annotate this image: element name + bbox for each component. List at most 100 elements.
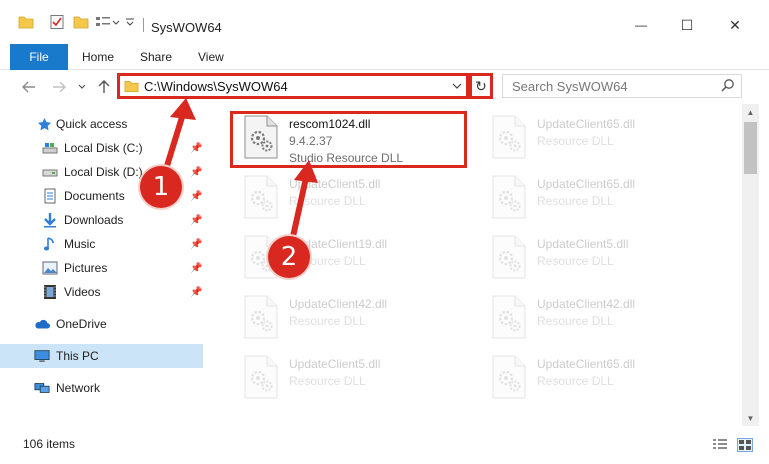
minimize-icon: — [635,18,647,32]
ribbon-tabs: File Home Share View [0,44,769,70]
maximize-button[interactable]: ☐ [664,12,710,38]
sidebar-item-music[interactable]: Music 📌 [0,232,203,256]
dll-file-icon [489,234,529,280]
refresh-button[interactable]: ↻ [469,73,493,99]
window-title: SysWOW64 [151,20,222,35]
navigation-pane: Quick access Local Disk (C:) 📌 Local Dis… [0,104,215,426]
file-item[interactable]: UpdateClient42.dll Resource DLL [225,288,461,348]
minimize-button[interactable]: — [618,12,664,38]
file-item[interactable]: UpdateClient5.dll Resource DLL [473,228,709,288]
properties-icon[interactable] [48,13,66,31]
sidebar-item-label: This PC [56,349,99,363]
vertical-scrollbar[interactable]: ▲ ▼ [742,104,759,426]
sidebar-item-label: Local Disk (C:) [64,141,143,155]
new-folder-icon[interactable] [73,13,89,31]
file-tab[interactable]: File [10,44,68,70]
videos-icon [42,284,58,300]
sidebar-item-label: Music [64,237,96,251]
file-name: UpdateClient65.dll [537,357,636,371]
file-description: Resource DLL [537,254,614,268]
up-button[interactable] [96,78,112,96]
pin-icon[interactable]: 📌 [190,167,202,178]
close-button[interactable]: ✕ [712,12,758,38]
sidebar-item-this-pc[interactable]: This PC [0,344,203,368]
sidebar-item-pictures[interactable]: Pictures 📌 [0,256,203,280]
title-bar: SysWOW64 — ☐ ✕ [0,0,769,38]
sidebar-item-network[interactable]: Network [0,376,203,400]
customize-toolbar-icon[interactable] [95,13,121,31]
file-item[interactable]: UpdateClient19.dll Resource DLL [225,228,461,288]
star-icon [36,116,52,132]
back-button[interactable] [20,78,38,96]
sidebar-item-videos[interactable]: Videos 📌 [0,280,203,304]
pictures-icon [42,260,58,276]
drive-icon [42,140,58,156]
details-view-icon[interactable] [712,438,728,452]
refresh-icon: ↻ [475,77,487,94]
pin-icon[interactable]: 📌 [190,191,202,202]
file-name: UpdateClient42.dll [537,297,636,311]
status-bar: 106 items [0,430,769,460]
recent-locations-button[interactable] [76,78,88,96]
pin-icon[interactable]: 📌 [190,143,202,154]
sidebar-item-onedrive[interactable]: OneDrive [0,312,203,336]
forward-arrow-icon [53,81,66,93]
close-icon: ✕ [729,16,741,33]
sidebar-item-label: Downloads [64,213,124,227]
search-icon [721,79,734,92]
file-item[interactable]: UpdateClient65.dll Resource DLL [473,108,709,168]
tiles-view-icon[interactable] [737,438,753,452]
network-icon [34,380,50,396]
scroll-up-button[interactable]: ▲ [742,104,759,120]
dll-file-icon [241,354,281,400]
address-bar[interactable]: C:\Windows\SysWOW64 [117,73,469,99]
documents-icon [42,188,58,204]
sidebar-item-label: Quick access [56,117,128,131]
file-item[interactable]: UpdateClient5.dll Resource DLL [225,348,461,408]
search-input[interactable]: Search SysWOW64 [502,74,742,98]
tab-view[interactable]: View [198,44,224,70]
tab-share[interactable]: Share [140,44,172,70]
file-name: UpdateClient5.dll [289,357,381,371]
sidebar-item-label: Network [56,381,101,395]
forward-button[interactable] [50,78,68,96]
file-description: Resource DLL [289,314,366,328]
folder-icon[interactable] [18,13,34,31]
music-icon [42,236,58,252]
search-placeholder: Search SysWOW64 [512,79,628,94]
file-item[interactable]: UpdateClient5.dll Resource DLL [225,168,461,228]
back-arrow-icon [22,81,35,93]
title-separator [143,18,144,32]
sidebar-item-quick-access[interactable]: Quick access [0,112,203,136]
dropdown-chevron-icon[interactable] [124,13,136,31]
pin-icon[interactable]: 📌 [190,215,202,226]
file-name: UpdateClient42.dll [289,297,388,311]
file-description: Resource DLL [537,194,614,208]
dll-file-icon [489,174,529,220]
pin-icon[interactable]: 📌 [190,287,202,298]
folder-icon [124,80,139,92]
tab-home[interactable]: Home [82,44,114,70]
pin-icon[interactable]: 📌 [190,263,202,274]
file-item[interactable]: UpdateClient65.dll Resource DLL [473,348,709,408]
sidebar-item-downloads[interactable]: Downloads 📌 [0,208,203,232]
dll-file-icon [489,294,529,340]
dll-file-icon [489,114,529,160]
file-description: Resource DLL [537,374,614,388]
file-name: UpdateClient65.dll [537,117,636,131]
computer-icon [34,348,50,364]
scroll-down-button[interactable]: ▼ [742,410,759,426]
chevron-down-icon [78,84,86,89]
sidebar-item-local-disk-c[interactable]: Local Disk (C:) 📌 [0,136,203,160]
scroll-thumb[interactable] [744,122,757,174]
download-icon [42,212,58,228]
address-path: C:\Windows\SysWOW64 [144,79,288,94]
file-description: Resource DLL [289,374,366,388]
file-name: UpdateClient5.dll [537,237,629,251]
pin-icon[interactable]: 📌 [190,239,202,250]
chevron-down-icon[interactable] [452,82,462,90]
file-item[interactable]: UpdateClient42.dll Resource DLL [473,288,709,348]
file-description: Resource DLL [537,134,614,148]
file-item[interactable]: UpdateClient65.dll Resource DLL [473,168,709,228]
step-badge-1: 1 [140,166,182,208]
